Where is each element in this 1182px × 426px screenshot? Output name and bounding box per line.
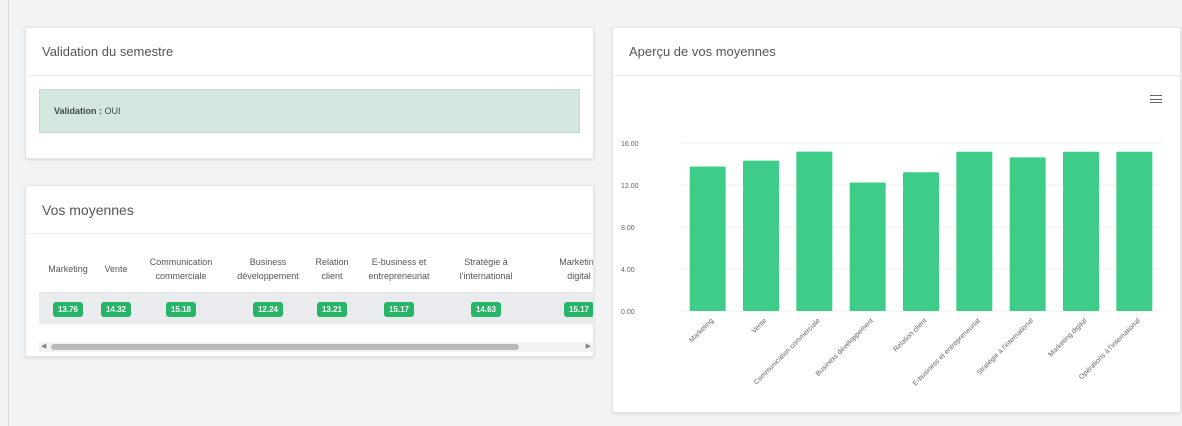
column-header-line2: entrepreneuriat bbox=[368, 271, 430, 282]
y-tick-label: 12.00 bbox=[621, 183, 639, 190]
validation-label: Validation : bbox=[54, 106, 103, 116]
chart-bar[interactable] bbox=[956, 151, 993, 311]
average-badge: 15.17 bbox=[563, 302, 593, 318]
x-tick-label: Vente bbox=[751, 317, 769, 335]
average-cell: 12.24 bbox=[227, 292, 309, 324]
column-header: Stratégie à l'international bbox=[443, 247, 529, 293]
validation-card-title: Validation du semestre bbox=[26, 28, 593, 76]
validation-status-box: Validation : OUI bbox=[39, 89, 580, 133]
column-header-line2: commerciale bbox=[155, 271, 207, 282]
average-badge: 13.76 bbox=[52, 302, 84, 318]
y-tick-label: 0.00 bbox=[621, 309, 635, 316]
averages-value-row: 13.76 14.32 15.18 12.24 13.21 15.17 14.63 15.17 bbox=[39, 292, 593, 324]
average-cell: 13.21 bbox=[309, 292, 355, 324]
x-tick-label: Opérations à l'international bbox=[1078, 317, 1142, 381]
average-cell: 14.32 bbox=[97, 292, 135, 324]
average-badge: 12.24 bbox=[252, 302, 284, 318]
column-header-line2: digital bbox=[567, 271, 591, 282]
scroll-right-arrow-icon[interactable]: ▶ bbox=[586, 342, 591, 352]
average-cell: 15.18 bbox=[135, 292, 227, 324]
average-cell: 15.17 bbox=[355, 292, 443, 324]
averages-bar-chart: 0.00 4.00 8.00 12.00 16.00 Marketing VenteComm… bbox=[621, 141, 1161, 387]
y-tick-label: 16.00 bbox=[621, 141, 639, 148]
average-badge: 13.21 bbox=[316, 302, 348, 318]
chart-bar[interactable] bbox=[1116, 151, 1153, 311]
x-tick-label: Business développement bbox=[815, 317, 875, 377]
average-cell: 13.76 bbox=[39, 292, 97, 324]
averages-table: Marketing Vente Communication commerciale Bu… bbox=[39, 247, 593, 324]
column-header: Vente bbox=[97, 247, 135, 293]
scrollbar-thumb[interactable] bbox=[51, 344, 519, 350]
chart-card-title: Aperçu de vos moyennes bbox=[613, 28, 1180, 76]
column-header: Communication commerciale bbox=[135, 247, 227, 293]
column-header-line1: E-business et bbox=[371, 257, 427, 268]
column-header-line2: l'international bbox=[459, 271, 513, 282]
chart-bar[interactable] bbox=[1063, 151, 1099, 311]
average-badge: 15.17 bbox=[383, 302, 415, 318]
chart-bar[interactable] bbox=[903, 172, 939, 311]
average-badge: 15.18 bbox=[165, 302, 197, 318]
column-header: E-business et entrepreneuriat bbox=[355, 247, 443, 293]
chart-bar[interactable] bbox=[689, 166, 726, 311]
x-tick-label: Stratégie à l'international bbox=[976, 317, 1036, 377]
averages-header-row: Marketing Vente Communication commerciale Bu… bbox=[39, 247, 593, 293]
column-header-line1: Stratégie à bbox=[464, 257, 508, 268]
column-header-line2: client bbox=[321, 271, 343, 282]
left-border bbox=[8, 0, 9, 426]
horizontal-scrollbar[interactable]: ◀ ▶ bbox=[39, 342, 593, 352]
column-header: Marketing digital bbox=[529, 247, 593, 293]
column-header-line1: Business bbox=[249, 257, 287, 268]
chart-bar[interactable] bbox=[1009, 157, 1046, 311]
averages-card-title: Vos moyennes bbox=[26, 186, 593, 234]
chart-bar[interactable] bbox=[849, 182, 886, 311]
column-header-line1: Communication bbox=[149, 257, 213, 268]
column-header-line1: Marketing bbox=[48, 264, 88, 275]
column-header: Business développement bbox=[227, 247, 309, 293]
averages-card: Vos moyennes Marketing Vente Communication… bbox=[25, 185, 594, 357]
chart-card: Aperçu de vos moyennes 0.00 4.00 8.00 12.00… bbox=[612, 27, 1181, 413]
y-tick-label: 4.00 bbox=[621, 267, 635, 274]
column-header: Marketing bbox=[39, 247, 97, 293]
column-header-line1: Relation bbox=[315, 257, 349, 268]
column-header-line2: développement bbox=[237, 271, 299, 282]
averages-table-container[interactable]: Marketing Vente Communication commerciale Bu… bbox=[39, 247, 593, 329]
x-tick-label: Communication commerciale bbox=[753, 317, 822, 386]
x-tick-label: Marketing digital bbox=[1047, 317, 1088, 358]
validation-card: Validation du semestre Validation : OUI bbox=[25, 27, 594, 159]
x-tick-label: Relation client bbox=[892, 317, 928, 353]
x-tick-label: Marketing bbox=[688, 317, 715, 344]
validation-value: OUI bbox=[104, 106, 121, 116]
column-header-line1: Marketing bbox=[559, 257, 593, 268]
average-cell: 14.63 bbox=[443, 292, 529, 324]
average-cell: 15.17 bbox=[529, 292, 593, 324]
average-badge: 14.63 bbox=[470, 302, 502, 318]
chart-bar[interactable] bbox=[743, 160, 779, 311]
average-badge: 14.32 bbox=[100, 302, 132, 318]
y-tick-label: 8.00 bbox=[621, 225, 635, 232]
column-header: Relation client bbox=[309, 247, 355, 293]
scroll-left-arrow-icon[interactable]: ◀ bbox=[41, 342, 46, 352]
chart-bar[interactable] bbox=[796, 151, 833, 311]
column-header-line1: Vente bbox=[104, 264, 128, 275]
